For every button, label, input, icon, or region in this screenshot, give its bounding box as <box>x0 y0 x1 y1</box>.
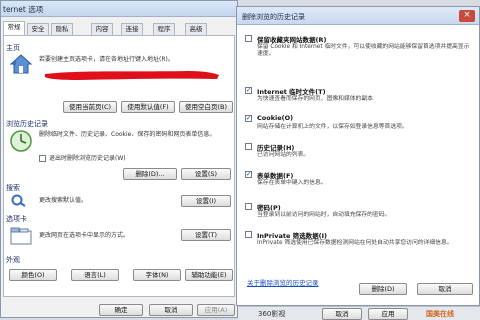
search-description: 更改搜索默认值。 <box>39 197 88 204</box>
about-deleting-history-link[interactable]: 关于删除浏览的历史记录 <box>247 277 319 287</box>
passwords-title: 密码(P) <box>257 204 281 212</box>
tabs-description: 更改网页在选项卡中显示的方式。 <box>39 232 130 239</box>
options-title-bar: ternet 选项 <box>1 1 237 17</box>
use-blank-button[interactable]: 使用空白页(B) <box>179 101 233 113</box>
history-settings-button[interactable]: 设置(S) <box>181 168 231 180</box>
watermark: 国美在线 <box>426 310 454 318</box>
home-page-url-field[interactable] <box>39 65 231 91</box>
passwords-desc: 当登录到以前访问的网站时，自动填充保存的密码。 <box>257 212 391 218</box>
delete-on-exit-checkbox[interactable] <box>39 155 46 162</box>
languages-button[interactable]: 语言(L) <box>71 269 119 281</box>
inprivate-desc: InPrivate 筛选使用已保存数据检测网站在何处自动共享您访问的详细信息。 <box>257 240 453 246</box>
tabs-section-label: 选项卡 <box>6 215 27 223</box>
tab-privacy[interactable]: 隐私 <box>51 23 73 35</box>
taskbar-apply-button[interactable]: 应用 <box>368 308 408 320</box>
delete-history-dialog: 删除浏览的历史记录 × 保留收藏夹网站数据(R) 保留 Cookie 和 Int… <box>236 6 480 306</box>
dialog-delete-button[interactable]: 删除(D) <box>359 283 407 295</box>
cookies-title: Cookie(O) <box>257 114 294 122</box>
preserve-favorites-title: 保留收藏夹网站数据(R) <box>257 36 327 44</box>
ok-button[interactable]: 确定 <box>99 304 143 316</box>
tab-security[interactable]: 安全 <box>27 23 49 35</box>
passwords-checkbox[interactable] <box>245 203 252 210</box>
tab-programs[interactable]: 程序 <box>153 23 175 35</box>
accessibility-button[interactable]: 辅助功能(E) <box>185 269 233 281</box>
history-delete-button[interactable]: 删除(D)... <box>123 168 177 180</box>
home-icon <box>9 53 33 75</box>
search-settings-button[interactable]: 设置(I) <box>181 195 231 207</box>
browsing-history-label: 浏览历史记录 <box>6 120 48 128</box>
tab-general[interactable]: 常规 <box>3 21 25 35</box>
preserve-favorites-checkbox[interactable] <box>245 35 252 42</box>
home-page-label: 主页 <box>6 44 20 52</box>
temp-files-checkbox[interactable]: ✓ <box>245 87 252 94</box>
search-label: 搜索 <box>6 184 20 192</box>
history-option-title: 历史记录(H) <box>257 144 295 152</box>
preserve-favorites-desc: 保留 Cookie 和 Internet 临时文件，可以使收藏的网站能够保留首选… <box>257 44 470 57</box>
cancel-button[interactable]: 取消 <box>149 304 193 316</box>
home-page-hint: 若要创建主页选项卡，请在各地址行键入地址(R)。 <box>39 56 174 63</box>
form-data-checkbox[interactable]: ✓ <box>245 171 252 178</box>
dialog-title-bar: 删除浏览的历史记录 × <box>237 7 479 25</box>
history-option-desc: 已访问网站的列表。 <box>257 152 310 158</box>
tabs-icon <box>9 227 33 245</box>
tab-connections[interactable]: 连接 <box>121 23 143 35</box>
delete-on-exit-label: 退出时删除浏览历史记录(W) <box>49 155 126 162</box>
tabs-settings-button[interactable]: 设置(T) <box>181 229 231 241</box>
form-data-desc: 保存在表单中键入的信息。 <box>257 180 327 186</box>
internet-options-window: ternet 选项 常规 安全 隐私 内容 连接 程序 高级 主页 若要创建主页… <box>0 0 238 318</box>
tab-content[interactable]: 内容 <box>91 23 113 35</box>
temp-files-desc: 为快速查看而保存的网页、图像和媒体的副本 <box>257 96 373 102</box>
dialog-cancel-button[interactable]: 取消 <box>417 283 473 295</box>
red-scribble-redaction <box>45 71 219 80</box>
history-icon <box>9 129 33 153</box>
taskbar-cancel-button[interactable]: 取消 <box>322 308 362 320</box>
close-icon[interactable]: × <box>459 10 475 22</box>
taskbar: 360影视 取消 应用 国美在线 <box>238 306 480 320</box>
inprivate-checkbox[interactable] <box>245 231 252 238</box>
fonts-button[interactable]: 字体(N) <box>133 269 181 281</box>
inprivate-title: InPrivate 筛选数据(I) <box>257 232 328 240</box>
dialog-title: 删除浏览的历史记录 <box>242 13 305 21</box>
apply-button[interactable]: 应用(A) <box>197 304 235 316</box>
cookies-desc: 网站存储在计算机上的文件，以保存如登录信息等首选项。 <box>257 124 408 130</box>
options-window-title: ternet 选项 <box>3 5 44 14</box>
temp-files-title: Internet 临时文件(T) <box>257 88 326 96</box>
form-data-title: 表单数据(F) <box>257 172 294 180</box>
use-current-button[interactable]: 使用当前页(C) <box>63 101 117 113</box>
tab-advanced[interactable]: 高级 <box>185 23 207 35</box>
cookies-checkbox[interactable]: ✓ <box>245 115 252 122</box>
appearance-label: 外观 <box>6 256 20 264</box>
taskbar-app-label[interactable]: 360影视 <box>258 309 285 319</box>
history-description: 删除临时文件、历史记录、Cookie、保存的密码和网页表单信息。 <box>39 131 216 138</box>
colors-button[interactable]: 颜色(O) <box>9 269 57 281</box>
history-checkbox[interactable] <box>245 143 252 150</box>
use-default-button[interactable]: 使用默认值(F) <box>121 101 175 113</box>
search-icon <box>9 193 31 207</box>
